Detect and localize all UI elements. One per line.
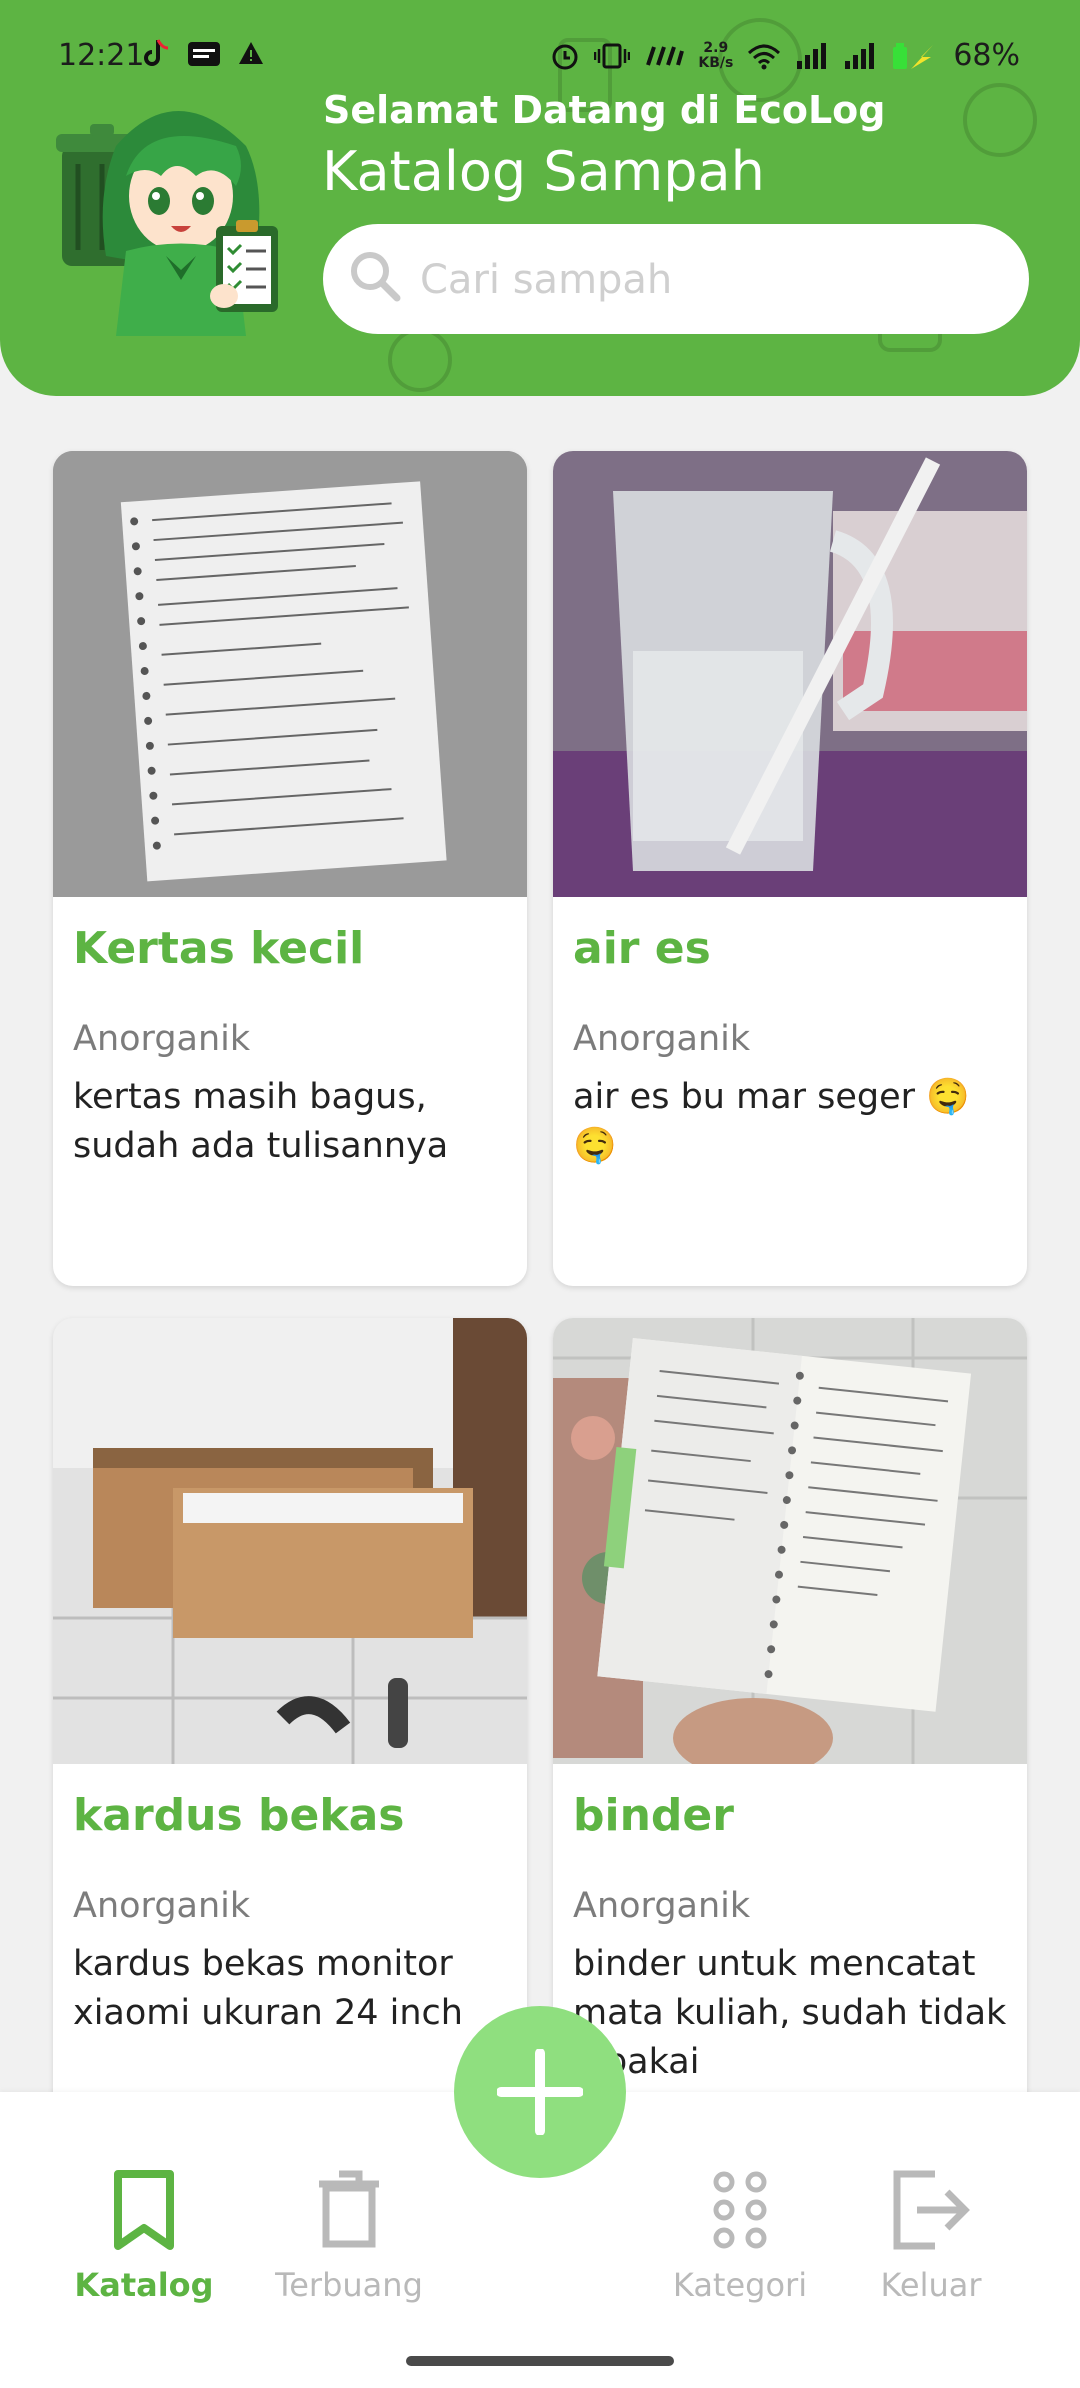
wifi-icon [748,44,781,69]
status-time: 12:21 [58,38,145,73]
trash-icon [319,2170,379,2248]
signal-icon [797,42,827,69]
item-category: Anorganik [73,1019,251,1059]
ice-water-glass-photo [553,451,1027,897]
grid-dots-icon [713,2171,767,2249]
plus-icon [497,2049,583,2135]
warning-icon [239,42,263,64]
webtoon-icon [188,42,220,66]
nav-terbuang[interactable]: Terbuang [249,2170,449,2304]
item-card[interactable]: Kertas kecil Anorganik kertas masih bagu… [53,451,527,1286]
logout-icon [893,2170,970,2250]
search-bar[interactable] [323,224,1029,336]
item-category: Anorganik [573,1019,751,1059]
battery-percent: 68% [953,38,1020,73]
nav-keluar[interactable]: Keluar [831,2170,1031,2304]
add-item-button[interactable] [454,2006,626,2178]
bookmark-icon [114,2170,174,2250]
item-category: Anorganik [573,1886,751,1926]
item-title: kardus bekas [73,1790,405,1841]
item-description: air es bu mar seger 🤤🤤 [573,1077,970,1166]
battery-icon [893,42,934,69]
item-title: Kertas kecil [73,923,365,974]
nav-label: Kategori [672,2266,808,2304]
nav-label: Keluar [880,2266,982,2304]
welcome-text: Selamat Datang di EcoLog [323,88,886,132]
item-category: Anorganik [73,1886,251,1926]
item-card[interactable]: kardus bekas Anorganik kardus bekas moni… [53,1318,527,2118]
vibrate-icon [594,43,631,68]
mascot-illustration [56,111,278,336]
item-title: air es [573,923,711,974]
nav-kategori[interactable]: Kategori [640,2170,840,2304]
item-title: binder [573,1790,734,1841]
binder-notebook-photo [553,1318,1027,1778]
item-description: kertas masih bagus, sudah ada tulisannya [73,1077,449,1166]
tiktok-icon [144,39,169,66]
notebook-paper-photo [53,451,527,897]
nav-label: Katalog [74,2266,214,2304]
cardboard-box-photo [53,1318,527,1764]
item-description: kardus bekas monitor xiaomi ukuran 24 in… [73,1944,463,2033]
app-header: 12:21 2.9 KB/s 68% Selamat Datang di Eco… [0,0,1080,396]
item-description: binder untuk mencatat mata kuliah, sudah… [573,1944,1007,2082]
network-speed: 2.9 KB/s [698,39,734,71]
item-card[interactable]: binder Anorganik binder untuk mencatat m… [553,1318,1027,2118]
home-indicator[interactable] [406,2356,674,2366]
signal-icon-2 [845,42,875,69]
item-card[interactable]: air es Anorganik air es bu mar seger 🤤🤤 [553,451,1027,1286]
nav-label: Terbuang [275,2266,423,2304]
volte-icon [646,45,685,66]
search-input[interactable] [418,224,1012,336]
alarm-icon [552,44,578,69]
nav-katalog[interactable]: Katalog [44,2170,244,2304]
page-title: Katalog Sampah [322,140,765,203]
search-icon [351,252,401,302]
